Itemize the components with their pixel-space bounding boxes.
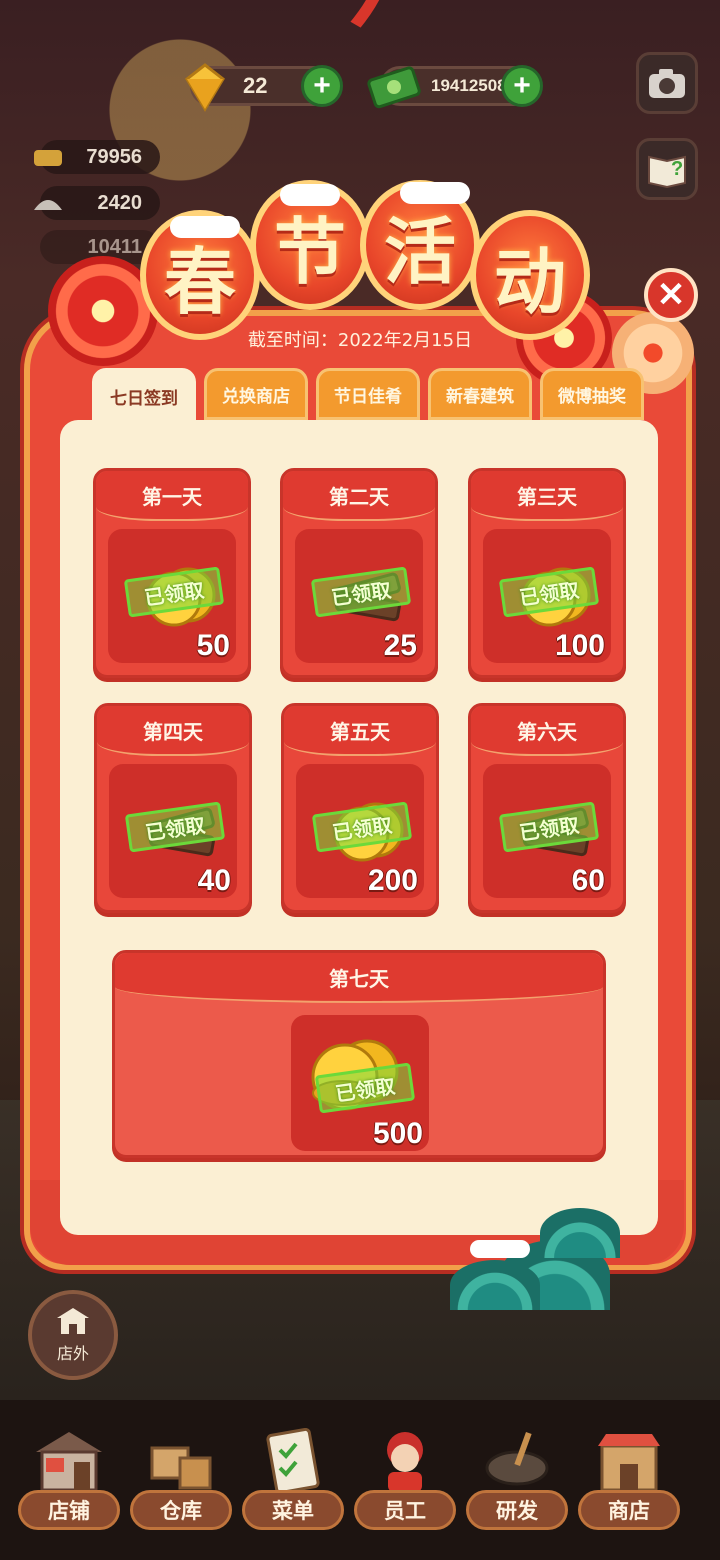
shop-outside-button[interactable]: 店外 — [28, 1290, 118, 1380]
reward-amount: 60 — [571, 864, 605, 897]
event-title: 春 节 活 动 — [140, 180, 600, 340]
tab-seven-day-checkin[interactable]: 七日签到 — [92, 368, 196, 424]
day-label: 第一天 — [96, 471, 248, 521]
tab-exchange-shop[interactable]: 兑换商店 — [204, 368, 308, 420]
help-book-icon: ? — [648, 155, 686, 189]
tab-festival-dishes[interactable]: 节日佳肴 — [316, 368, 420, 420]
day-card-5[interactable]: 第五天 已领取 200 — [281, 703, 439, 913]
research-pot-icon — [485, 1431, 549, 1486]
storefront-icon — [57, 1308, 89, 1334]
reward-amount: 500 — [372, 1117, 423, 1150]
pine-branch-decoration — [540, 1208, 620, 1258]
reward-amount: 100 — [554, 629, 605, 662]
nav-label: 菜单 — [242, 1490, 344, 1530]
day-card-4[interactable]: 第四天 已领取 40 — [94, 703, 252, 913]
day-label: 第五天 — [284, 706, 436, 756]
nav-label: 店铺 — [18, 1490, 120, 1530]
pine-branch-decoration — [450, 1260, 540, 1310]
nav-label: 仓库 — [130, 1490, 232, 1530]
day-card-6[interactable]: 第六天 已领取 60 — [468, 703, 626, 913]
tab-new-year-buildings[interactable]: 新春建筑 — [428, 368, 532, 420]
day-label: 第三天 — [471, 471, 623, 521]
snow-cap — [470, 1240, 530, 1258]
snow-cap — [280, 184, 340, 206]
nav-label: 研发 — [466, 1490, 568, 1530]
cash-stack-icon — [367, 66, 421, 109]
stat-value: 79956 — [86, 145, 142, 168]
day-label: 第四天 — [97, 706, 249, 756]
camera-button[interactable] — [636, 52, 698, 114]
diamond-counter: 22 + — [185, 63, 343, 112]
diamond-icon — [185, 63, 225, 112]
snow-cap — [170, 216, 240, 238]
day-card-2[interactable]: 第二天 已领取 25 — [280, 468, 438, 678]
add-cash-button[interactable]: + — [501, 65, 543, 107]
nav-label: 员工 — [354, 1490, 456, 1530]
day-card-1[interactable]: 第一天 已领取 50 — [93, 468, 251, 678]
reward-amount: 40 — [197, 864, 231, 897]
day-label: 第二天 — [283, 471, 435, 521]
menu-clipboard-icon — [266, 1428, 320, 1494]
pot-icon — [34, 150, 62, 166]
help-guide-button[interactable]: ? — [636, 138, 698, 200]
nav-warehouse[interactable]: 仓库 — [126, 1424, 236, 1534]
tab-weibo-lottery[interactable]: 微博抽奖 — [540, 368, 644, 420]
close-button[interactable]: ✕ — [644, 268, 698, 322]
nav-label: 商店 — [578, 1490, 680, 1530]
nav-menu[interactable]: 菜单 — [238, 1424, 348, 1534]
stat-value: 2420 — [97, 191, 143, 214]
camera-icon — [649, 69, 685, 98]
day-card-3[interactable]: 第三天 已领取 100 — [468, 468, 626, 678]
warehouse-boxes-icon — [150, 1446, 212, 1490]
reward-amount: 50 — [196, 629, 230, 662]
stat-value: 10411 — [87, 235, 142, 258]
diamond-count: 22 — [243, 73, 268, 98]
staff-chef-icon — [387, 1432, 423, 1492]
store-icon — [598, 1434, 660, 1492]
snow-cap — [400, 182, 470, 204]
day-card-7[interactable]: 第七天 已领取 500 — [112, 950, 606, 1158]
shop-outside-label: 店外 — [56, 1344, 89, 1363]
reward-amount: 25 — [383, 629, 417, 662]
event-deadline: 截至时间：2022年2月15日 — [247, 330, 473, 351]
nav-shop[interactable]: 店铺 — [14, 1424, 124, 1534]
nav-staff[interactable]: 员工 — [350, 1424, 460, 1534]
reward-amount: 200 — [367, 864, 418, 897]
cloche-icon — [34, 200, 62, 210]
title-char: 动 — [470, 210, 590, 340]
cash-counter: 19412508 + — [367, 65, 543, 109]
day-label: 第七天 — [115, 953, 603, 1003]
bottom-navigation: 店铺 仓库 菜单 员工 研发 商店 — [0, 1400, 720, 1560]
add-diamonds-button[interactable]: + — [301, 65, 343, 107]
svg-text:?: ? — [671, 158, 683, 180]
nav-store[interactable]: 商店 — [574, 1424, 684, 1534]
cash-count: 19412508 — [431, 76, 507, 95]
day-label: 第六天 — [471, 706, 623, 756]
nav-research[interactable]: 研发 — [462, 1424, 572, 1534]
shop-building-icon — [36, 1432, 102, 1492]
